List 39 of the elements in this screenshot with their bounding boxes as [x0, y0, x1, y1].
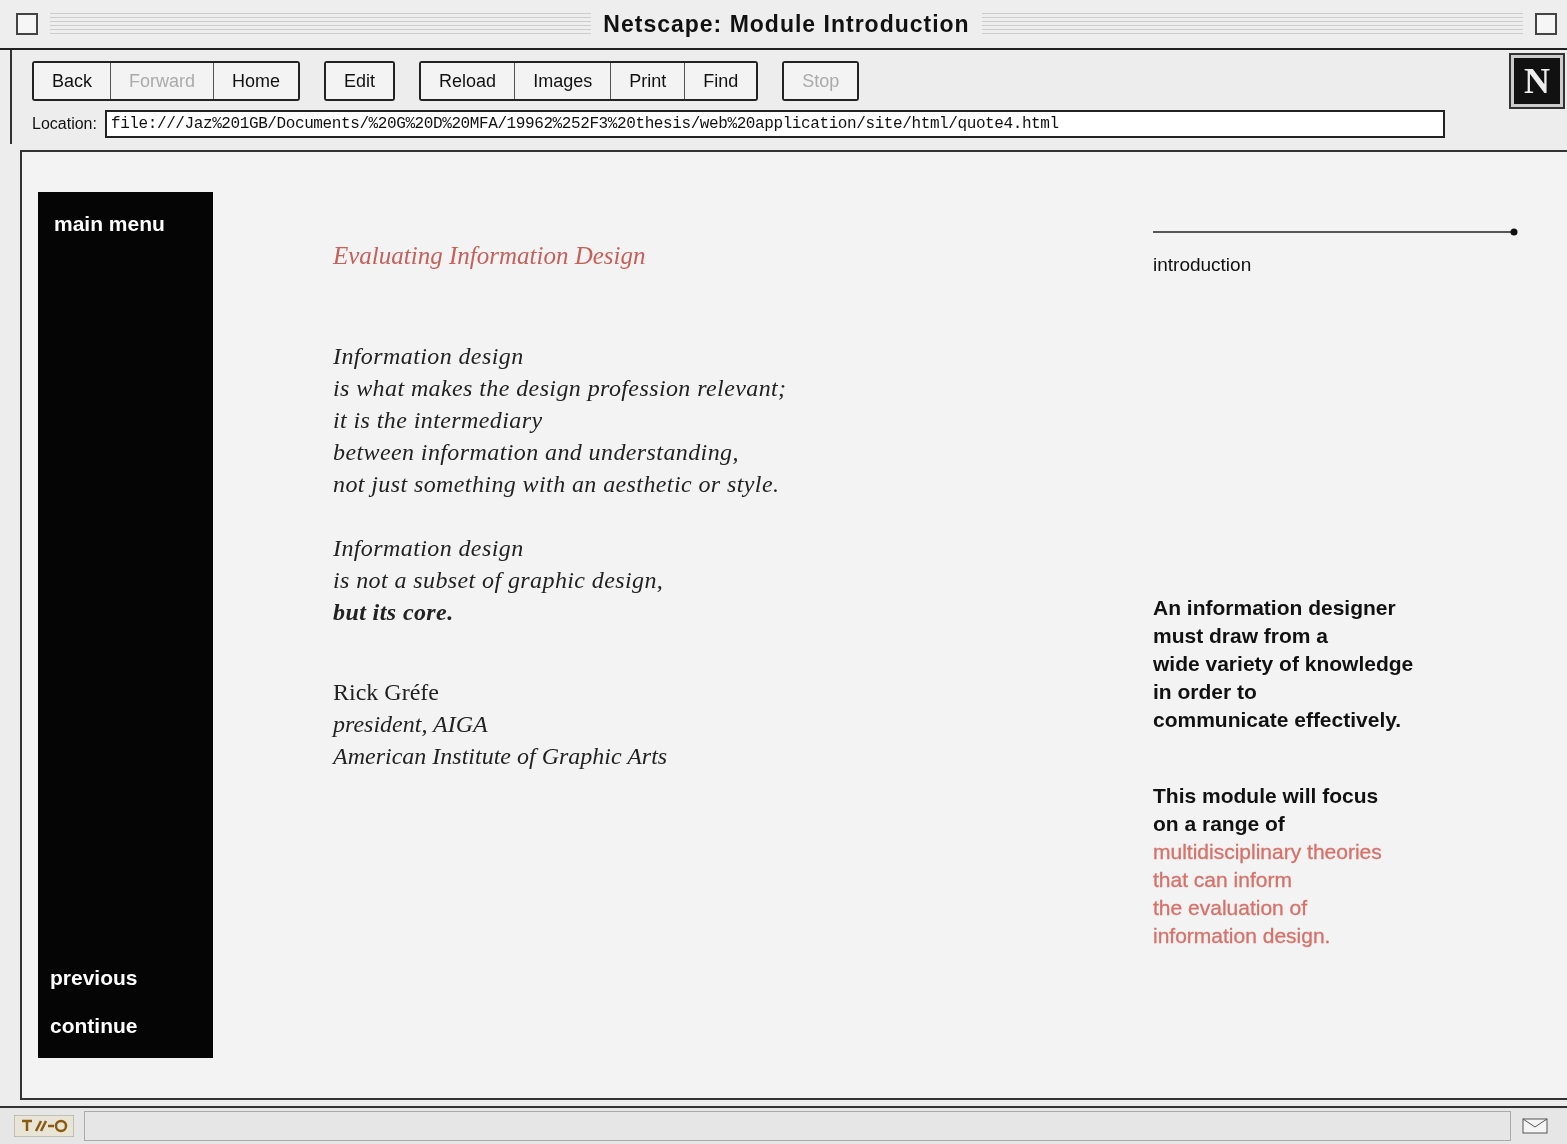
close-box[interactable]	[16, 13, 38, 35]
location-field[interactable]: file:///Jaz%201GB/Documents/%20G%20D%20MFA/19962%252F3%20thesis/web%20application/site/html/quote4.html	[104, 110, 1445, 138]
note-line: communicate effectively.	[1153, 707, 1403, 733]
note-line: that can inform	[1153, 867, 1293, 893]
quote-line: but its core.	[333, 598, 455, 627]
note-line: on a range of	[1153, 811, 1286, 837]
zoom-box[interactable]	[1535, 13, 1557, 35]
quote-line: not just something with an aesthetic or style.	[333, 470, 781, 499]
window-title: Netscape: Module Introduction	[603, 10, 970, 38]
dot-rule-icon	[1153, 228, 1518, 236]
note-line: must draw from a	[1153, 623, 1330, 649]
toolbar-button[interactable]: Edit	[326, 63, 394, 99]
note-line: in order to	[1153, 679, 1258, 705]
quote-line: it is the intermediary	[333, 406, 544, 435]
note-line: the evaluation of	[1153, 895, 1309, 921]
quote-line: Information design	[333, 534, 525, 563]
toolbar-button[interactable]: Back	[34, 63, 112, 99]
logo[interactable]: N	[1511, 55, 1563, 107]
nav-link[interactable]: previous	[50, 966, 213, 990]
toolbar-button[interactable]: Reload	[421, 63, 516, 99]
note-line: This module will focus	[1153, 783, 1380, 809]
quote-line: Information design	[333, 342, 525, 371]
note-line: An information designer	[1153, 595, 1397, 621]
mail-icon[interactable]	[1521, 1117, 1549, 1135]
security-icon[interactable]	[14, 1115, 74, 1137]
note-line: multidisciplinary theories	[1153, 839, 1383, 865]
main-menu-link[interactable]: main menu	[50, 212, 213, 236]
quote-line: is what makes the design profession relevant;	[333, 374, 788, 403]
page-heading: Evaluating Information Design	[333, 242, 647, 270]
quote-line: is not a subset of graphic design,	[333, 566, 665, 595]
quote-line: between information and understanding,	[333, 438, 740, 467]
location-label: Location:	[32, 115, 97, 133]
attribution-line: Rick Gréfe	[333, 678, 440, 707]
note-line: information design.	[1153, 923, 1332, 949]
nav-link[interactable]: continue	[50, 1014, 213, 1038]
section-label: introduction	[1153, 254, 1253, 276]
attribution-line: American Institute of Graphic Arts	[333, 742, 669, 771]
attribution-line: president, AIGA	[333, 710, 489, 739]
note-line: wide variety of knowledge	[1153, 651, 1415, 677]
